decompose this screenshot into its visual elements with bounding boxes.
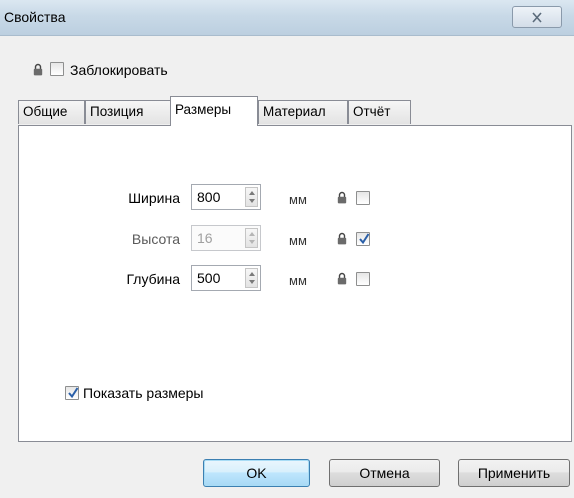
height-label: Высота: [131, 231, 180, 247]
tab-position[interactable]: Позиция: [85, 100, 171, 124]
height-value: 16: [197, 230, 213, 246]
close-icon: [532, 11, 542, 23]
height-lock-checkbox[interactable]: [356, 232, 370, 246]
depth-value: 500: [197, 270, 221, 286]
title-bar: Свойства: [0, 0, 574, 36]
spin-arrows-icon[interactable]: [245, 187, 258, 207]
width-unit: мм: [289, 192, 307, 207]
checkmark-icon: [359, 233, 370, 245]
checkmark-icon: [68, 387, 79, 399]
show-dimensions-label: Показать размеры: [83, 385, 204, 401]
ok-button[interactable]: OK: [203, 459, 310, 487]
tab-report-label: Отчёт: [353, 104, 391, 119]
lock-checkbox[interactable]: [50, 62, 64, 76]
window-title: Свойства: [4, 9, 66, 25]
height-spinner[interactable]: 16: [191, 225, 261, 251]
lock-icon: [33, 63, 43, 76]
apply-button[interactable]: Применить: [458, 459, 570, 487]
spin-arrows-icon[interactable]: [245, 228, 258, 248]
depth-lock-checkbox[interactable]: [356, 272, 370, 286]
spin-arrows-icon[interactable]: [245, 268, 258, 288]
show-dimensions-checkbox[interactable]: [65, 386, 79, 400]
depth-label: Глубина: [126, 271, 180, 287]
depth-spinner[interactable]: 500: [191, 265, 261, 291]
tab-general-label: Общие: [23, 104, 68, 119]
tab-position-label: Позиция: [90, 104, 144, 119]
height-unit: мм: [289, 233, 307, 248]
cancel-button[interactable]: Отмена: [329, 459, 440, 487]
lock-label: Заблокировать: [70, 62, 168, 78]
properties-dialog: Свойства Заблокировать Общие Позиция Раз…: [0, 0, 574, 498]
lock-icon: [337, 272, 347, 285]
tab-material[interactable]: Материал: [258, 100, 348, 124]
tab-dimensions[interactable]: Размеры: [170, 96, 258, 126]
width-lock-checkbox[interactable]: [356, 191, 370, 205]
lock-icon: [337, 232, 347, 245]
width-value: 800: [197, 189, 221, 205]
lock-icon: [337, 191, 347, 204]
tab-report[interactable]: Отчёт: [348, 100, 411, 124]
close-button[interactable]: [512, 6, 562, 28]
width-label: Ширина: [128, 190, 180, 206]
width-spinner[interactable]: 800: [191, 184, 261, 210]
tab-material-label: Материал: [263, 104, 326, 119]
tab-general[interactable]: Общие: [18, 100, 85, 124]
tab-dimensions-label: Размеры: [175, 102, 232, 117]
depth-unit: мм: [289, 273, 307, 288]
